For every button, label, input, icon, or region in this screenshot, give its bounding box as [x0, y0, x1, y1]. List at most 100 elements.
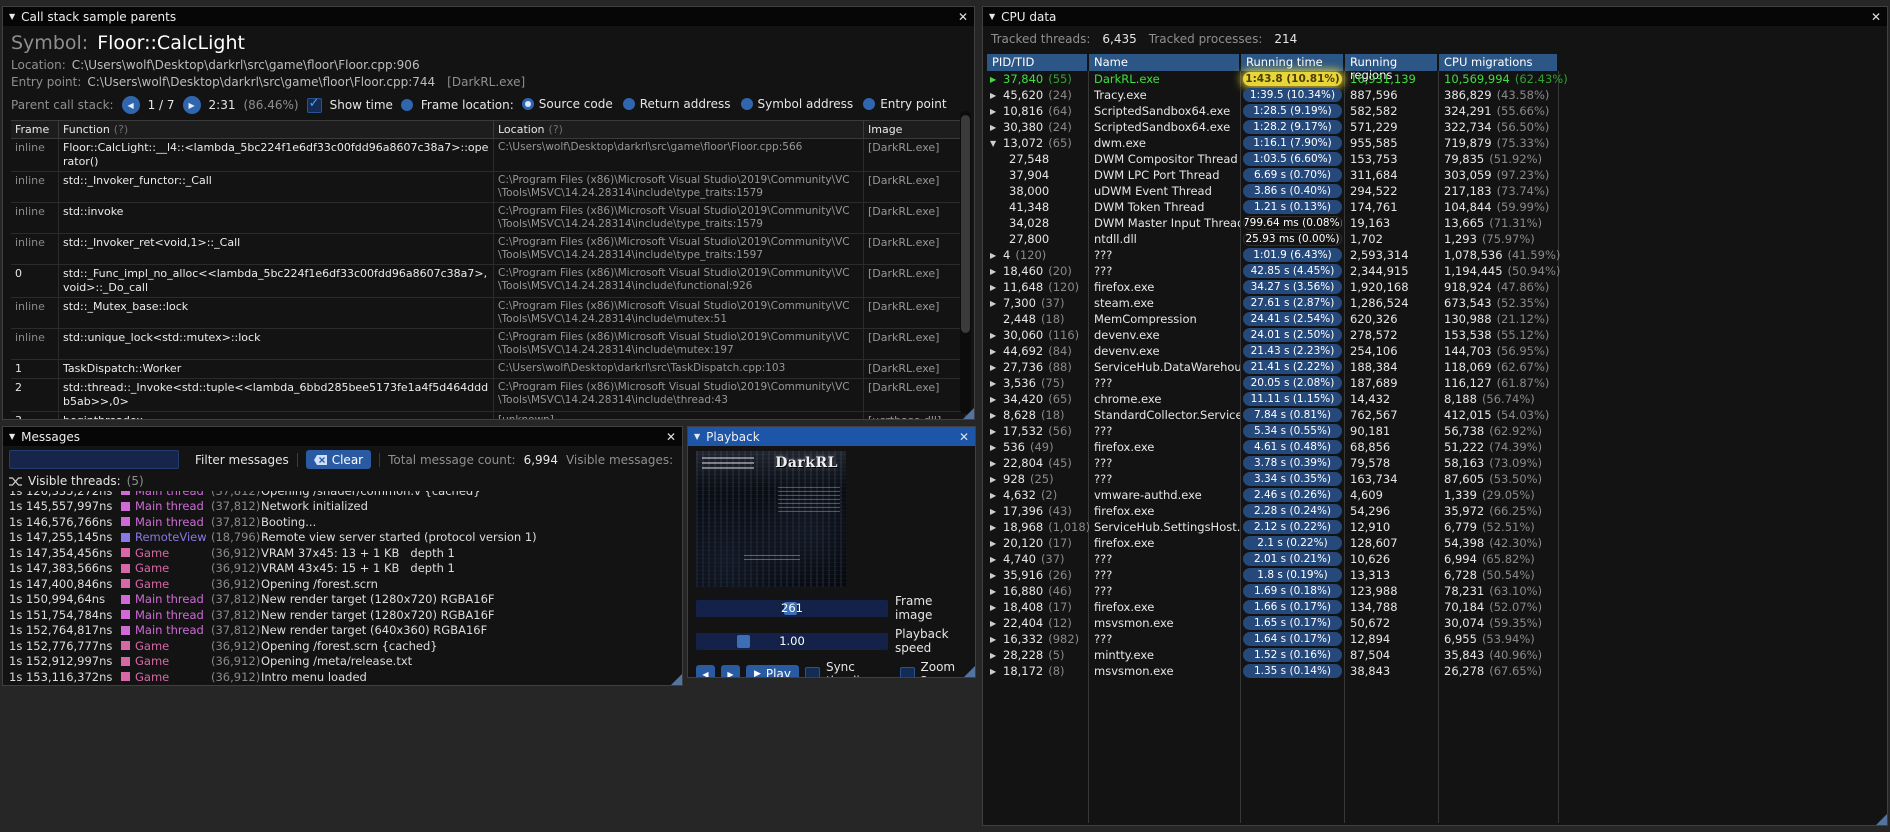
- expand-arrow[interactable]: ▶: [990, 107, 1003, 116]
- expand-arrow[interactable]: ▶: [990, 571, 1003, 580]
- collapse-icon[interactable]: ▼: [9, 432, 15, 441]
- cpu-titlebar[interactable]: ▼ CPU data ✕: [983, 7, 1887, 26]
- expand-arrow[interactable]: ▶: [990, 603, 1003, 612]
- clear-button[interactable]: Clear: [305, 450, 372, 469]
- cpu-process-row[interactable]: ▶ 22,404 (12) msvsmon.exe 1.65 s (0.17%) 50,6…: [987, 615, 1883, 631]
- expand-arrow[interactable]: ▶: [990, 619, 1003, 628]
- help-icon[interactable]: (?): [549, 123, 563, 136]
- pid-column-header[interactable]: PID/TID: [987, 54, 1089, 71]
- vertical-scrollbar[interactable]: [960, 111, 971, 414]
- callstack-titlebar[interactable]: ▼ Call stack sample parents ✕: [3, 7, 974, 26]
- playback-frame-image[interactable]: DarkRL: [696, 451, 846, 587]
- frame-location-option[interactable]: Return address: [622, 97, 731, 111]
- cpu-process-row[interactable]: 27,548 DWM Compositor Thread 1:03.5 (6.60%…: [987, 151, 1883, 167]
- cpu-process-row[interactable]: ▼ 13,072 (65) dwm.exe 1:16.1 (7.90%) 955,585 7…: [987, 135, 1883, 151]
- callstack-table-row[interactable]: inline std::invoke C:\Program Files (x86)\…: [11, 203, 966, 234]
- expand-arrow[interactable]: ▼: [990, 139, 1003, 148]
- cpu-process-row[interactable]: 27,800 ntdll.dll 25.93 ms (0.00%) 1,702 1,29…: [987, 231, 1883, 247]
- expand-arrow[interactable]: ▶: [990, 75, 1003, 84]
- next-frame-button[interactable]: ▶: [721, 665, 740, 677]
- cpu-process-row[interactable]: ▶ 3,536 (75)??? 20.05 s (2.08%) 187,689 116,1…: [987, 375, 1883, 391]
- expand-arrow[interactable]: ▶: [990, 363, 1003, 372]
- cpu-process-row[interactable]: ▶ 27,736 (88) ServiceHub.DataWarehouse 21.41…: [987, 359, 1883, 375]
- messages-titlebar[interactable]: ▼ Messages ✕: [3, 427, 682, 446]
- resize-grip[interactable]: [964, 666, 975, 677]
- callstack-table-row[interactable]: inline std::_Invoker_functor::_Call C:\Pro…: [11, 172, 966, 203]
- callstack-table-row[interactable]: inline std::unique_lock<std::mutex>::lock…: [11, 329, 966, 360]
- cpu-process-row[interactable]: ▶ 10,816 (64) ScriptedSandbox64.exe 1:28.5 (…: [987, 103, 1883, 119]
- playback-speed-slider[interactable]: 1.00: [696, 632, 888, 650]
- help-icon[interactable]: (?): [114, 123, 128, 136]
- cpu-process-row[interactable]: ▶ 20,120 (17) firefox.exe 2.1 s (0.22%) 128,6…: [987, 535, 1883, 551]
- expand-arrow[interactable]: ▶: [990, 251, 1003, 260]
- resize-grip[interactable]: [671, 674, 682, 685]
- expand-arrow[interactable]: ▶: [990, 539, 1003, 548]
- location-column-header[interactable]: Location (?): [494, 121, 864, 138]
- cpu-process-row[interactable]: ▶ 17,396 (43) firefox.exe 2.28 s (0.24%) 54,2…: [987, 503, 1883, 519]
- cpu-process-row[interactable]: ▶ 30,060 (116) devenv.exe 24.01 s (2.50%) 278…: [987, 327, 1883, 343]
- cpu-process-row[interactable]: ▶ 22,804 (45)??? 3.78 s (0.39%) 79,578 58,163…: [987, 455, 1883, 471]
- cpu-process-row[interactable]: ▶ 928 (25)??? 3.34 s (0.35%) 163,734 87,605 (5…: [987, 471, 1883, 487]
- cpu-process-row[interactable]: 38,000 uDWM Event Thread 3.86 s (0.40%) 294…: [987, 183, 1883, 199]
- cpu-process-row[interactable]: ▶ 16,880 (46)??? 1.69 s (0.18%) 123,988 78,23…: [987, 583, 1883, 599]
- cpu-process-row[interactable]: ▶ 8,628 (18) StandardCollector.Service.e 7.8…: [987, 407, 1883, 423]
- running-time-column-header[interactable]: Running time: [1241, 54, 1345, 71]
- filter-input[interactable]: [9, 450, 179, 469]
- cpu-process-row[interactable]: ▶ 18,172 (8) msvsmon.exe 1.35 s (0.14%) 38,84…: [987, 663, 1883, 679]
- resize-grip[interactable]: [963, 408, 974, 419]
- expand-arrow[interactable]: ▶: [990, 555, 1003, 564]
- cpu-process-row[interactable]: ▶ 16,332 (982)??? 1.64 s (0.17%) 12,894 6,955…: [987, 631, 1883, 647]
- radio-icon[interactable]: [521, 98, 534, 110]
- message-row[interactable]: 1s 126,335,272ns Main thread(37,812)Openi…: [9, 491, 682, 499]
- close-icon[interactable]: ✕: [1871, 10, 1881, 24]
- cpu-process-row[interactable]: ▶ 30,380 (24) ScriptedSandbox64.exe 1:28.2 (…: [987, 119, 1883, 135]
- radio-icon[interactable]: [740, 98, 753, 110]
- cpu-process-row[interactable]: ▶ 18,460 (20)??? 42.85 s (4.45%) 2,344,915 1,…: [987, 263, 1883, 279]
- message-row[interactable]: 1s 152,776,777ns Game (36,912) Opening /for…: [9, 638, 682, 654]
- cpu-process-row[interactable]: 34,028 DWM Master Input Thread 799.64 ms (…: [987, 215, 1883, 231]
- expand-arrow[interactable]: ▶: [990, 443, 1003, 452]
- callstack-table-row[interactable]: 0 std::_Func_impl_no_alloc<<lambda_5bc224…: [11, 265, 966, 298]
- zoom-2x-checkbox[interactable]: [899, 666, 915, 677]
- resize-grip[interactable]: [1876, 814, 1887, 825]
- cpu-process-row[interactable]: ▶ 536 (49) firefox.exe 4.61 s (0.48%) 68,856 5…: [987, 439, 1883, 455]
- cpu-process-row[interactable]: ▶ 18,968 (1,018) ServiceHub.SettingsHost.ex…: [987, 519, 1883, 535]
- callstack-table-row[interactable]: 3beginthreadex[unknown][ucrtbase.dll]: [11, 412, 966, 419]
- expand-arrow[interactable]: ▶: [990, 411, 1003, 420]
- expand-arrow[interactable]: ▶: [990, 283, 1003, 292]
- expand-arrow[interactable]: ▶: [990, 667, 1003, 676]
- frame-image-slider[interactable]: 261: [696, 599, 888, 617]
- cpu-process-row[interactable]: ▶ 17,532 (56)??? 5.34 s (0.55%) 90,181 56,738…: [987, 423, 1883, 439]
- expand-arrow[interactable]: ▶: [990, 651, 1003, 660]
- message-row[interactable]: 1s 151,754,784ns Main thread (37,812) New r…: [9, 607, 682, 623]
- cpu-process-row[interactable]: 2,448 (18) MemCompression 24.41 s (2.54%) 62…: [987, 311, 1883, 327]
- collapse-icon[interactable]: ▼: [989, 12, 995, 21]
- name-column-header[interactable]: Name: [1089, 54, 1241, 71]
- cpu-process-row[interactable]: ▶ 4,740 (37)??? 2.01 s (0.21%) 10,626 6,994 (6…: [987, 551, 1883, 567]
- cpu-process-row[interactable]: ▶ 35,916 (26)??? 1.8 s (0.19%) 13,313 6,728 (5…: [987, 567, 1883, 583]
- message-row[interactable]: 1s 146,576,766ns Main thread (37,812) Booti…: [9, 514, 682, 530]
- message-row[interactable]: 1s 150,994,64ns Main thread (37,812) New re…: [9, 592, 682, 608]
- shuffle-icon[interactable]: [9, 476, 22, 487]
- message-row[interactable]: 1s 147,354,456ns Game (36,912) VRAM 37x45: …: [9, 545, 682, 561]
- close-icon[interactable]: ✕: [959, 430, 969, 444]
- expand-arrow[interactable]: ▶: [990, 491, 1003, 500]
- expand-arrow[interactable]: ▶: [990, 299, 1003, 308]
- callstack-table-row[interactable]: inline Floor::CalcLight::__l4::<lambda_5b…: [11, 139, 966, 172]
- cpu-process-row[interactable]: ▶ 4 (120)??? 1:01.9 (6.43%) 2,593,314 1,078,5…: [987, 247, 1883, 263]
- expand-arrow[interactable]: ▶: [990, 475, 1003, 484]
- function-column-header[interactable]: Function (?): [59, 121, 494, 138]
- image-column-header[interactable]: Image: [864, 121, 966, 138]
- message-row[interactable]: 1s 145,557,997ns Main thread (37,812) Netwo…: [9, 499, 682, 515]
- expand-arrow[interactable]: ▶: [990, 331, 1003, 340]
- cpu-process-row[interactable]: ▶ 37,840 (55) DarkRL.exe 1:43.8 (10.81%) 16,9…: [987, 71, 1883, 87]
- cpu-process-row[interactable]: ▶ 44,692 (84) devenv.exe 21.43 s (2.23%) 254,…: [987, 343, 1883, 359]
- cpu-process-row[interactable]: ▶ 18,408 (17) firefox.exe 1.66 s (0.17%) 134,…: [987, 599, 1883, 615]
- cpu-process-row[interactable]: ▶ 11,648 (120) firefox.exe 34.27 s (3.56%) 1,…: [987, 279, 1883, 295]
- cpu-migrations-column-header[interactable]: CPU migrations: [1439, 54, 1559, 71]
- expand-arrow[interactable]: ▶: [990, 347, 1003, 356]
- message-row[interactable]: 1s 147,255,145ns RemoteView (18,796) Remote…: [9, 530, 682, 546]
- expand-arrow[interactable]: ▶: [990, 123, 1003, 132]
- callstack-table-row[interactable]: inline std::_Invoker_ret<void,1>::_Call C:…: [11, 234, 966, 265]
- message-row[interactable]: 1s 152,764,817ns Main thread (37,812) New r…: [9, 623, 682, 639]
